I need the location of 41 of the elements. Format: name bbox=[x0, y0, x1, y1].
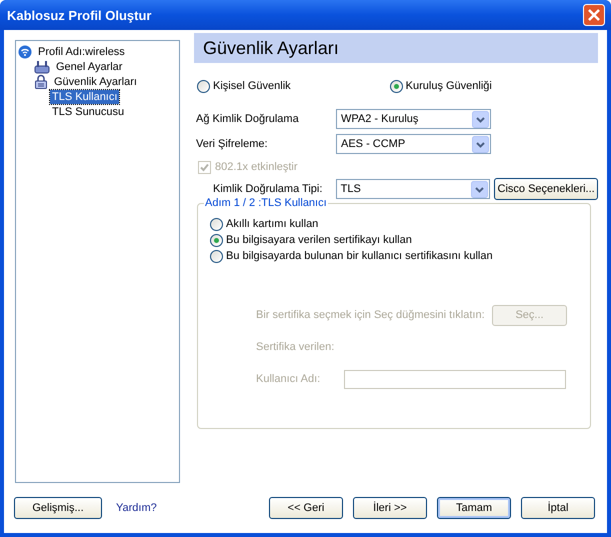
tree-item[interactable]: TLS Sunucusu bbox=[50, 104, 126, 118]
dialog-button[interactable]: << Geri bbox=[269, 497, 343, 519]
radio-button[interactable] bbox=[210, 218, 223, 230]
tree-item[interactable]: Genel Ayarlar bbox=[54, 60, 124, 74]
field-label: Ağ Kimlik Doğrulama bbox=[195, 113, 300, 125]
group-title: Adım 1 / 2 :TLS Kullanıcı bbox=[204, 197, 328, 209]
checkbox-label: 802.1x etkinleştir bbox=[215, 161, 298, 173]
field-label: Sertifika verilen: bbox=[256, 341, 336, 353]
dialog-button[interactable]: Tamam bbox=[437, 497, 511, 519]
checkmark-icon bbox=[200, 162, 209, 172]
radio-label: Akıllı kartımı kullan bbox=[226, 218, 318, 230]
field-label: Kullanıcı Adı: bbox=[256, 373, 322, 385]
radio-button[interactable] bbox=[197, 80, 210, 92]
section-header: Güvenlik Ayarları bbox=[194, 33, 598, 63]
dropdown-field[interactable]: AES - CCMP bbox=[336, 134, 491, 154]
radio-label: Kişisel Güvenlik bbox=[213, 80, 291, 92]
wireless-icon bbox=[18, 44, 32, 58]
tree-item[interactable]: TLS Kullanıcı bbox=[50, 90, 120, 104]
window-title: Kablosuz Profil Oluştur bbox=[7, 8, 152, 22]
help-link[interactable]: Yardım? bbox=[116, 502, 157, 514]
dropdown-field[interactable]: TLS bbox=[336, 179, 490, 199]
radio-button[interactable] bbox=[390, 80, 403, 92]
tree-item[interactable]: Profil Adı:wireless bbox=[36, 44, 127, 58]
network-adapter-icon bbox=[34, 60, 50, 74]
instruction-text: Bir sertifika seçmek için Seç düğmesini tıklatın: bbox=[256, 309, 486, 321]
field-label: Kimlik Doğrulama Tipi: bbox=[212, 183, 324, 195]
dialog-button[interactable]: İptal bbox=[521, 497, 595, 519]
dialog-button[interactable]: İleri >> bbox=[353, 497, 427, 519]
field-label: Veri Şifreleme: bbox=[195, 138, 269, 150]
lock-icon bbox=[34, 74, 48, 89]
radio-label: Bu bilgisayara verilen sertifikayı kullan bbox=[226, 234, 412, 246]
dropdown-field[interactable]: WPA2 - Kuruluş bbox=[336, 109, 491, 129]
username-field[interactable] bbox=[344, 370, 566, 388]
tree-item[interactable]: Güvenlik Ayarları bbox=[52, 74, 139, 88]
options-button[interactable]: Cisco Seçenekleri... bbox=[494, 178, 598, 200]
radio-label: Kuruluş Güvenliği bbox=[406, 80, 492, 92]
radio-label: Bu bilgisayarda bulunan bir kullanıcı sertifikasını kullan bbox=[226, 250, 493, 262]
close-icon[interactable] bbox=[583, 4, 605, 26]
advanced-button[interactable]: Gelişmiş... bbox=[14, 497, 102, 519]
radio-button[interactable] bbox=[210, 234, 223, 246]
radio-button[interactable] bbox=[210, 250, 223, 262]
